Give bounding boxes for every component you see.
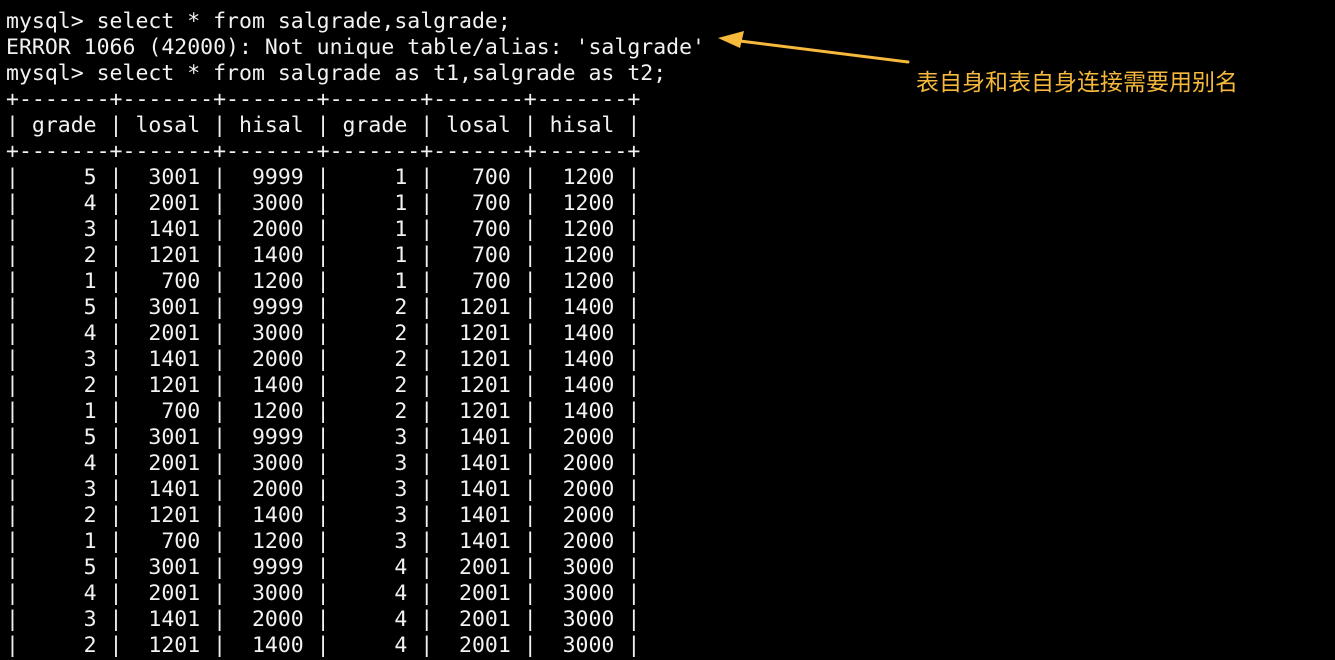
table-row: | 2 | 1201 | 1400 | 3 | 1401 | 2000 | <box>6 503 641 528</box>
table-row: | 2 | 1201 | 1400 | 1 | 700 | 1200 | <box>6 243 641 268</box>
table-row: | 1 | 700 | 1200 | 3 | 1401 | 2000 | <box>6 529 641 554</box>
table-row: | 4 | 2001 | 3000 | 3 | 1401 | 2000 | <box>6 451 641 476</box>
table-row: | 1 | 700 | 1200 | 1 | 700 | 1200 | <box>6 269 641 294</box>
command-line: mysql> select * from salgrade as t1,salg… <box>6 61 667 86</box>
table-border: +-------+-------+-------+-------+-------… <box>6 87 641 112</box>
table-row: | 3 | 1401 | 2000 | 1 | 700 | 1200 | <box>6 217 641 242</box>
table-row: | 5 | 3001 | 9999 | 3 | 1401 | 2000 | <box>6 425 641 450</box>
table-header-row: | grade | losal | hisal | grade | losal … <box>6 113 641 138</box>
table-row: | 3 | 1401 | 2000 | 2 | 1201 | 1400 | <box>6 347 641 372</box>
error-line: ERROR 1066 (42000): Not unique table/ali… <box>6 35 705 60</box>
terminal-window[interactable]: mysql> select * from salgrade,salgrade; … <box>0 0 1335 660</box>
table-row: | 3 | 1401 | 2000 | 4 | 2001 | 3000 | <box>6 607 641 632</box>
table-row: | 1 | 700 | 1200 | 2 | 1201 | 1400 | <box>6 399 641 424</box>
table-row: | 5 | 3001 | 9999 | 4 | 2001 | 3000 | <box>6 555 641 580</box>
table-row: | 5 | 3001 | 9999 | 1 | 700 | 1200 | <box>6 165 641 190</box>
table-row: | 4 | 2001 | 3000 | 2 | 1201 | 1400 | <box>6 321 641 346</box>
table-row: | 4 | 2001 | 3000 | 1 | 700 | 1200 | <box>6 191 641 216</box>
terminal-output: mysql> select * from salgrade,salgrade; … <box>6 9 705 659</box>
annotation-callout: 表自身和表自身连接需要用别名 <box>916 70 1238 96</box>
table-row: | 2 | 1201 | 1400 | 4 | 2001 | 3000 | <box>6 633 641 658</box>
table-row: | 2 | 1201 | 1400 | 2 | 1201 | 1400 | <box>6 373 641 398</box>
table-row: | 4 | 2001 | 3000 | 4 | 2001 | 3000 | <box>6 581 641 606</box>
table-row: | 3 | 1401 | 2000 | 3 | 1401 | 2000 | <box>6 477 641 502</box>
command-line: mysql> select * from salgrade,salgrade; <box>6 9 511 34</box>
table-border: +-------+-------+-------+-------+-------… <box>6 139 641 164</box>
table-row: | 5 | 3001 | 9999 | 2 | 1201 | 1400 | <box>6 295 641 320</box>
